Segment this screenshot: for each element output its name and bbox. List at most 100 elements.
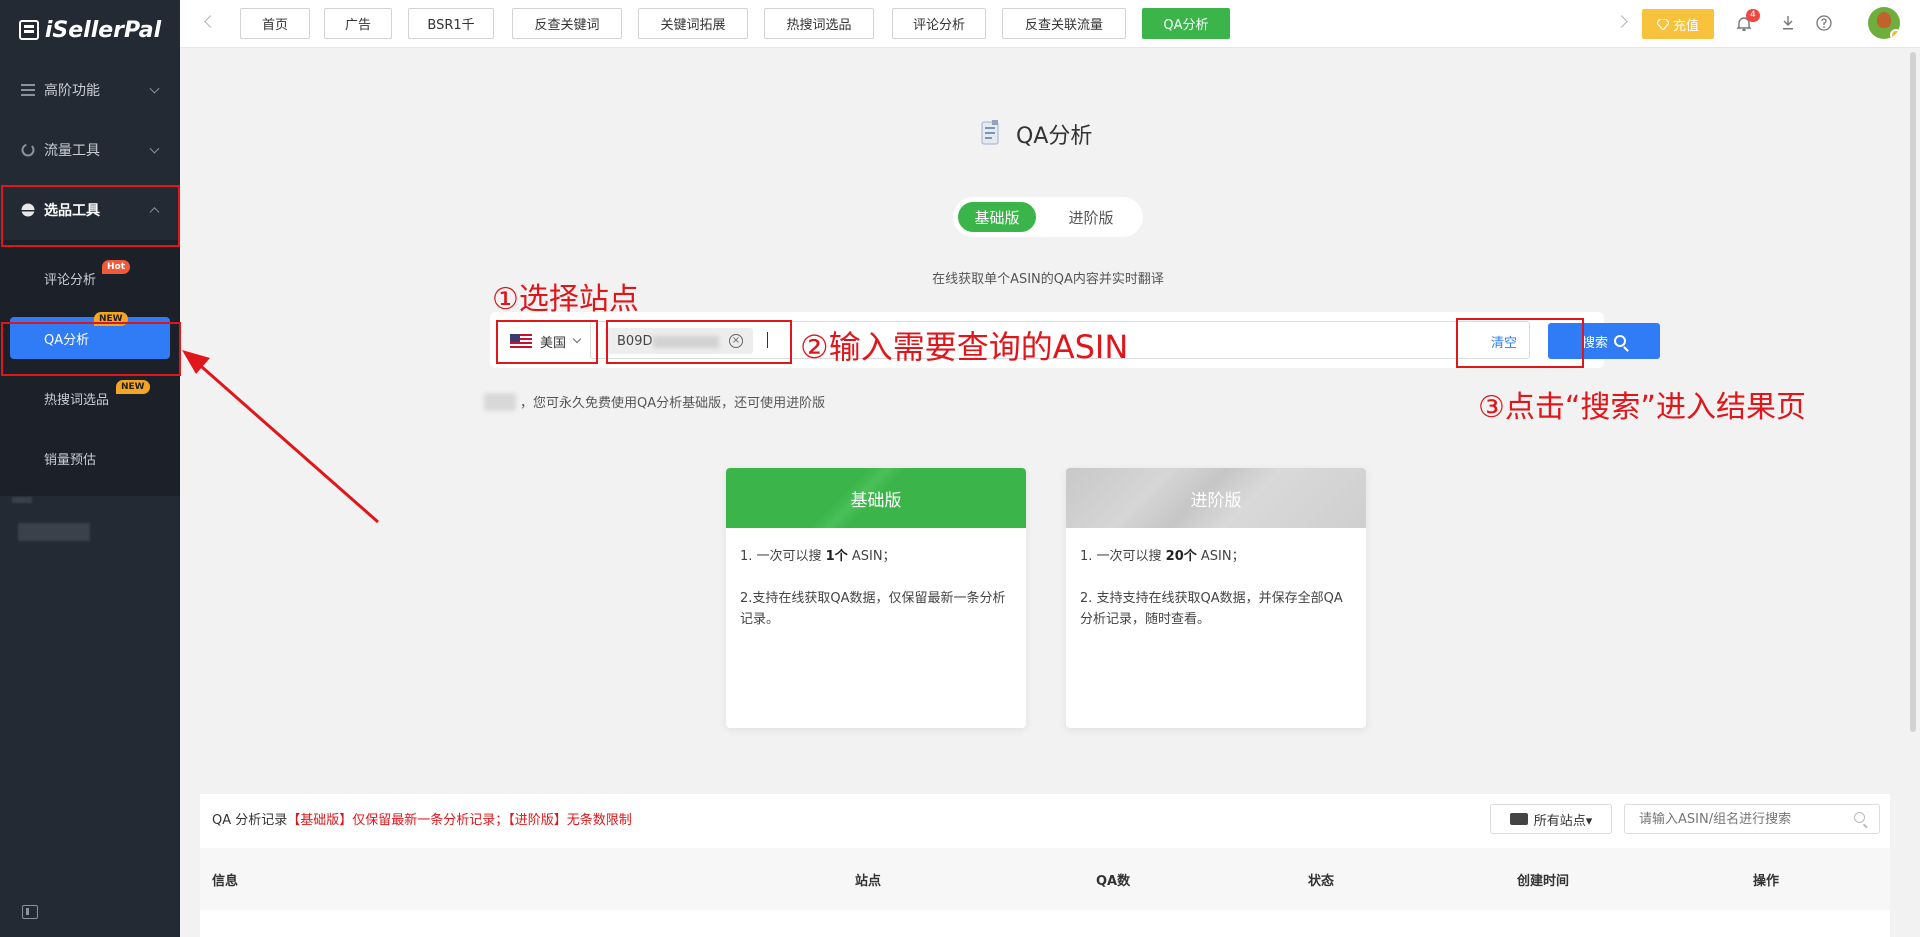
col-created: 创建时间 bbox=[1517, 874, 1570, 889]
search-button[interactable]: 搜索 bbox=[1548, 323, 1660, 359]
search-icon[interactable] bbox=[1854, 812, 1865, 823]
site-filter-label: 所有站点▾ bbox=[1533, 813, 1593, 829]
records-panel: QA 分析记录【基础版】仅保留最新一条分析记录；【进阶版】无条数限制 所有站点▾… bbox=[200, 794, 1890, 937]
sidebar-item-hot-search[interactable]: 热搜词选品 NEW bbox=[0, 368, 180, 428]
page-scrollbar[interactable] bbox=[1910, 52, 1916, 732]
nav-group-label: 流量工具 bbox=[44, 143, 100, 159]
sidebar-item-label: 销量预估 bbox=[44, 452, 97, 468]
blurred-item bbox=[12, 497, 32, 503]
help-icon[interactable] bbox=[1814, 13, 1834, 33]
tab-home[interactable]: 首页 bbox=[240, 8, 310, 39]
card-basic: 基础版 1. 一次可以搜 1个 ASIN； 2.支持在线获取QA数据，仅保留最新… bbox=[726, 468, 1026, 728]
nav-group-label: 选品工具 bbox=[44, 203, 100, 219]
note-text: ，您可永久免费使用QA分析基础版，还可使用进阶版 bbox=[520, 396, 826, 411]
free-usage-note: ，您可永久免费使用QA分析基础版，还可使用进阶版 bbox=[484, 392, 825, 411]
chevron-down-icon bbox=[149, 83, 160, 94]
download-icon[interactable] bbox=[1778, 13, 1798, 33]
col-site: 站点 bbox=[855, 874, 882, 889]
blurred-item bbox=[18, 523, 90, 541]
sidebar-item-label: QA分析 bbox=[44, 332, 90, 348]
blurred-asin bbox=[653, 336, 719, 348]
new-badge: NEW bbox=[116, 380, 150, 394]
scroll-right-icon[interactable] bbox=[1615, 15, 1628, 28]
tab-qa-analysis[interactable]: QA分析 bbox=[1142, 8, 1230, 39]
card-basic-line2: 2.支持在线获取QA数据，仅保留最新一条分析记录。 bbox=[740, 591, 1006, 627]
country-label: 美国 bbox=[540, 335, 567, 351]
toggle-advanced[interactable]: 进阶版 bbox=[1051, 202, 1131, 232]
asin-chip: B09D × bbox=[605, 328, 753, 354]
records-title: QA 分析记录【基础版】仅保留最新一条分析记录；【进阶版】无条数限制 bbox=[212, 813, 632, 828]
vip-badge-icon bbox=[1890, 29, 1900, 39]
tab-reverse-keyword[interactable]: 反查关键词 bbox=[512, 8, 622, 39]
sidebar-item-sales-estimate[interactable]: 销量预估 bbox=[0, 428, 180, 488]
card-basic-line1: 1. 一次可以搜 1个 ASIN； bbox=[740, 549, 896, 564]
version-toggle: 基础版 进阶版 bbox=[953, 197, 1143, 237]
country-select[interactable]: 美国 bbox=[510, 326, 582, 356]
tab-keyword-expand[interactable]: 关键词拓展 bbox=[638, 8, 748, 39]
annotation-step2: ②输入需要查询的ASIN bbox=[800, 328, 1129, 366]
tab-review-analysis[interactable]: 评论分析 bbox=[892, 8, 986, 39]
sidebar-item-label: 热搜词选品 bbox=[44, 392, 110, 408]
recharge-button[interactable]: 充值 bbox=[1642, 9, 1714, 39]
card-advanced-body: 1. 一次可以搜 20个 ASIN； 2. 支持支持在线获取QA数据，并保存全部… bbox=[1066, 528, 1366, 669]
new-badge: NEW bbox=[94, 312, 128, 326]
bell-icon[interactable]: 4 bbox=[1734, 9, 1760, 33]
recharge-label: 充值 bbox=[1672, 18, 1699, 34]
logo[interactable]: iSellerPal bbox=[0, 0, 180, 60]
card-advanced-title: 进阶版 bbox=[1066, 468, 1366, 528]
map-icon bbox=[1509, 813, 1528, 825]
annotation-step3: ③点击“搜索”进入结果页 bbox=[1478, 390, 1806, 425]
logo-icon bbox=[18, 20, 39, 40]
diamond-icon bbox=[1656, 18, 1669, 30]
logo-text: iSellerPal bbox=[44, 17, 162, 43]
us-flag-icon bbox=[510, 334, 532, 348]
records-search-input[interactable] bbox=[1624, 804, 1880, 834]
blurred-text bbox=[484, 392, 516, 411]
product-icon bbox=[20, 202, 36, 218]
list-icon bbox=[20, 82, 36, 98]
remove-chip-icon[interactable]: × bbox=[729, 334, 743, 348]
clear-button[interactable]: 清空 bbox=[1491, 332, 1517, 351]
sub-menu: 评论分析 Hot QA分析 NEW 热搜词选品 NEW 销量预估 bbox=[0, 240, 180, 496]
tab-ads[interactable]: 广告 bbox=[324, 8, 392, 39]
chevron-down-icon bbox=[149, 143, 160, 154]
notification-badge: 4 bbox=[1746, 9, 1760, 22]
scroll-left-icon[interactable] bbox=[204, 15, 217, 28]
sidebar-item-qa-analysis[interactable]: QA分析 NEW bbox=[10, 312, 170, 359]
page-subtitle: 在线获取单个ASIN的QA内容并实时翻译 bbox=[932, 272, 1164, 287]
collapse-sidebar-icon[interactable] bbox=[22, 905, 38, 919]
col-actions: 操作 bbox=[1753, 874, 1780, 889]
page-title: QA分析 bbox=[1016, 124, 1093, 149]
avatar[interactable] bbox=[1868, 7, 1900, 39]
col-status: 状态 bbox=[1308, 874, 1335, 889]
card-advanced-line2: 2. 支持支持在线获取QA数据，并保存全部QA分析记录，随时查看。 bbox=[1080, 591, 1343, 627]
document-icon bbox=[980, 120, 1002, 148]
card-basic-body: 1. 一次可以搜 1个 ASIN； 2.支持在线获取QA数据，仅保留最新一条分析… bbox=[726, 528, 1026, 669]
sidebar-item-label: 评论分析 bbox=[44, 272, 97, 288]
nav-group-traffic[interactable]: 流量工具 bbox=[0, 120, 180, 180]
hot-badge: Hot bbox=[102, 260, 131, 274]
table-header: 信息 站点 QA数 状态 创建时间 操作 bbox=[200, 848, 1890, 910]
chevron-down-icon bbox=[572, 334, 582, 344]
tab-hot-search[interactable]: 热搜词选品 bbox=[764, 8, 874, 39]
sidebar-item-review-analysis[interactable]: 评论分析 Hot bbox=[0, 248, 180, 308]
nav-group-advanced[interactable]: 高阶功能 bbox=[0, 60, 180, 120]
search-label: 搜索 bbox=[1581, 335, 1608, 351]
top-nav: 首页 广告 BSR1千 反查关键词 关键词拓展 热搜词选品 评论分析 反查关联流… bbox=[180, 0, 1920, 48]
traffic-icon bbox=[20, 142, 36, 158]
col-info: 信息 bbox=[212, 874, 239, 889]
records-note: 【基础版】仅保留最新一条分析记录；【进阶版】无条数限制 bbox=[287, 813, 632, 828]
text-cursor bbox=[767, 332, 768, 348]
nav-group-product-selection[interactable]: 选品工具 bbox=[0, 180, 180, 240]
card-basic-title: 基础版 bbox=[726, 468, 1026, 528]
page-header: QA分析 bbox=[980, 118, 1092, 150]
tab-reverse-traffic[interactable]: 反查关联流量 bbox=[1002, 8, 1126, 39]
asin-chip-text: B09D bbox=[617, 333, 653, 349]
search-icon bbox=[1614, 335, 1626, 347]
sidebar: iSellerPal 高阶功能 流量工具 选品工具 评论分析 Hot QA分析 … bbox=[0, 0, 180, 937]
tab-bsr[interactable]: BSR1千 bbox=[408, 8, 494, 39]
chevron-up-icon bbox=[149, 207, 160, 218]
card-advanced: 进阶版 1. 一次可以搜 20个 ASIN； 2. 支持支持在线获取QA数据，并… bbox=[1066, 468, 1366, 728]
toggle-basic[interactable]: 基础版 bbox=[958, 202, 1036, 232]
site-filter-dropdown[interactable]: 所有站点▾ bbox=[1490, 804, 1612, 834]
